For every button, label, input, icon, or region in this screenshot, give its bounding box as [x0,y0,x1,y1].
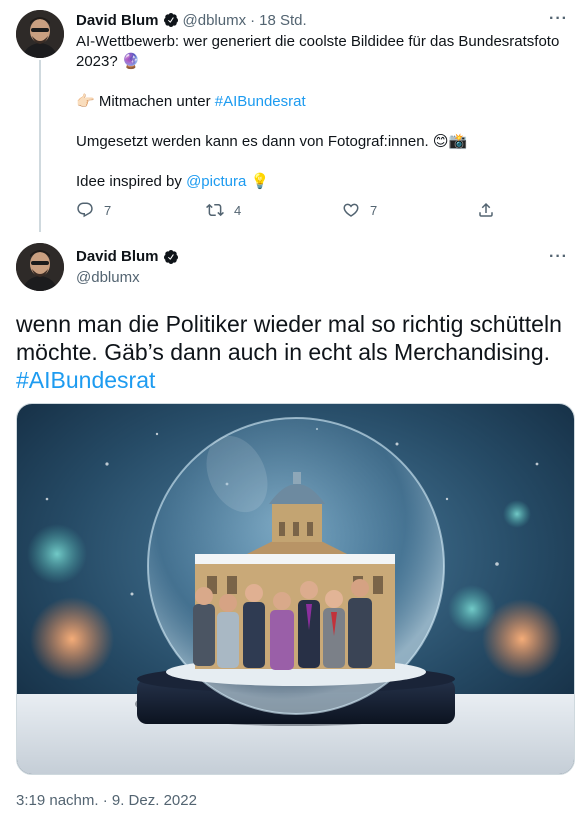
retweet-icon [206,203,224,217]
share-icon [479,202,493,217]
author-name[interactable]: David Blum [76,12,159,29]
tweet-text: wenn man die Politiker wieder mal so ric… [16,310,572,394]
author-name[interactable]: David Blum [76,248,159,265]
tweet-line: Idee inspired by @pictura 💡 [76,172,566,192]
like-icon [343,203,359,217]
tweet-body-text: wenn man die Politiker wieder mal so ric… [16,311,562,365]
tweet-line-text: 👉🏻 Mitmachen unter [76,93,215,110]
avatar-portrait [16,10,64,58]
reply-icon [77,202,93,218]
tweet-line: Umgesetzt werden kann es dann von Fotogr… [76,133,468,150]
tweet-line: AI-Wettbewerb: wer generiert die coolste… [76,33,560,70]
like-count: 7 [370,202,378,218]
more-icon[interactable]: ··· [549,10,568,28]
tweet-line-text: 💡 [246,173,270,190]
verified-icon [163,13,178,27]
tweet-image[interactable] [16,403,575,775]
hashtag-link[interactable]: #AIBundesrat [215,93,306,110]
tweet-line-text: Idee inspired by [76,173,187,190]
tweet-time[interactable]: 18 Std. [259,12,307,29]
separator: · [250,11,256,29]
like-button[interactable]: 7 [342,201,377,219]
avatar[interactable] [16,243,64,291]
retweet-count: 4 [234,202,242,218]
retweet-button[interactable]: 4 [206,201,241,219]
verified-icon [163,249,178,264]
author-handle[interactable]: @dblumx [183,12,247,29]
tweet-actions: 7 4 7 [76,201,496,221]
mention-link[interactable]: @pictura [186,173,246,190]
snow-globe-image [17,404,574,774]
avatar[interactable] [16,10,64,58]
thread-connector [39,60,41,232]
author-handle[interactable]: @dblumx [76,269,568,286]
reply-count: 7 [104,202,112,218]
tweet-text: AI-Wettbewerb: wer generiert die coolste… [76,32,566,192]
share-button[interactable] [477,201,495,219]
reply-button[interactable]: 7 [76,201,111,219]
tweet-header: David Blum ··· @dblumx [76,248,568,286]
tweet-timestamp[interactable]: 3:19 nachm. · 9. Dez. 2022 [16,792,197,809]
hashtag-link[interactable]: #AIBundesrat [16,367,155,393]
tweet-header: David Blum @dblumx · 18 Std. ··· [76,10,568,30]
more-icon[interactable]: ··· [549,248,568,266]
tweet-line: 👉🏻 Mitmachen unter #AIBundesrat [76,92,566,112]
avatar-portrait [16,243,64,291]
